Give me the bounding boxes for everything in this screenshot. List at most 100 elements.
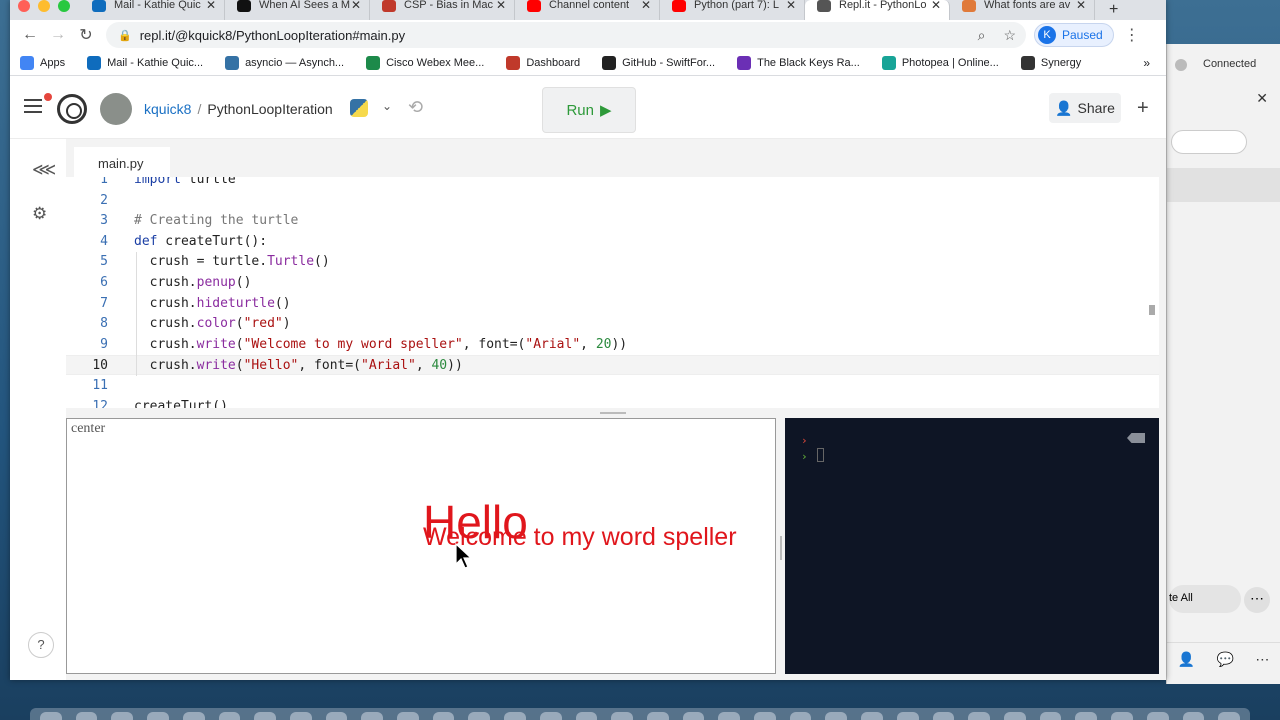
tab-main-py[interactable]: main.py xyxy=(74,147,170,177)
horizontal-splitter[interactable] xyxy=(66,409,1159,417)
code-line[interactable]: 12 createTurt() xyxy=(66,397,1159,408)
participants-icon[interactable]: 👤 xyxy=(1178,651,1195,668)
repl-header: kquick8/PythonLoopIteration ⌄ ⟲ Run ▶ 👤 … xyxy=(10,77,1166,139)
code-line[interactable]: 8 crush.color("red") xyxy=(66,314,1159,334)
tab-title: When AI Sees a M xyxy=(259,0,351,11)
profile-status: Paused xyxy=(1062,28,1103,42)
bookmark-item[interactable]: GitHub - SwiftFor... xyxy=(602,55,715,70)
close-tab-icon[interactable]: ✕ xyxy=(496,0,506,11)
tab-title: Mail - Kathie Quic xyxy=(114,0,201,11)
bookmark-label: Synergy xyxy=(1040,56,1082,69)
close-window-button[interactable] xyxy=(18,0,30,12)
breadcrumb-project[interactable]: PythonLoopIteration xyxy=(207,101,332,117)
bookmark-label: Dashboard xyxy=(526,56,581,69)
browser-tab[interactable]: Channel content ✕ xyxy=(515,0,660,20)
history-icon[interactable]: ⟲ xyxy=(408,97,423,118)
code-line[interactable]: 3 # Creating the turtle xyxy=(66,211,1159,231)
code-line[interactable]: 6 crush.penup() xyxy=(66,273,1159,293)
reload-icon[interactable]: ↻ xyxy=(72,25,100,45)
code-line[interactable]: 9 crush.write("Welcome to my word spelle… xyxy=(66,335,1159,355)
minimize-window-button[interactable] xyxy=(38,0,50,12)
vertical-splitter[interactable] xyxy=(777,418,785,674)
bookmark-item[interactable]: Cisco Webex Mee... xyxy=(366,55,484,70)
new-tab-button[interactable]: + xyxy=(1095,2,1118,20)
mute-all-button[interactable]: te All xyxy=(1169,585,1241,613)
panel-bottom-bar: 👤 💬 ⋯ xyxy=(1167,642,1280,676)
forward-icon[interactable]: → xyxy=(44,26,72,44)
add-user-icon: 👤 xyxy=(1055,99,1073,116)
back-icon[interactable]: ← xyxy=(16,26,44,44)
close-tab-icon[interactable]: ✕ xyxy=(206,0,216,11)
code-line[interactable]: 11 xyxy=(66,376,1159,396)
bookmark-favicon-icon xyxy=(225,55,240,70)
hamburger-menu-icon[interactable] xyxy=(24,93,52,113)
close-icon[interactable]: ✕ xyxy=(1256,90,1268,107)
close-tab-icon[interactable]: ✕ xyxy=(641,0,651,11)
bookmark-item[interactable]: Synergy xyxy=(1020,55,1082,70)
share-nodes-icon[interactable]: ⋘ xyxy=(32,160,56,180)
line-number: 1 xyxy=(100,177,108,187)
profile-avatar: K xyxy=(1038,26,1056,44)
console-input[interactable] xyxy=(817,448,824,462)
line-number: 7 xyxy=(100,295,108,311)
close-tab-icon[interactable]: ✕ xyxy=(931,0,941,11)
bookmarks-bar: Apps Mail - Kathie Quic... asyncio — Async… xyxy=(10,50,1166,76)
url-field[interactable]: 🔒 repl.it/@kquick8/PythonLoopIteration#m… xyxy=(106,22,1026,48)
browser-tab[interactable]: CSP - Bias in Mac ✕ xyxy=(370,0,515,20)
code-text: crush.hideturtle() xyxy=(134,295,291,311)
maximize-window-button[interactable] xyxy=(58,0,70,12)
more-options-button[interactable]: ⋯ xyxy=(1244,587,1270,613)
help-button[interactable]: ? xyxy=(28,632,54,658)
bookmark-favicon-icon xyxy=(87,55,102,70)
code-line[interactable]: 7 crush.hideturtle() xyxy=(66,294,1159,314)
browser-tab[interactable]: Repl.it - PythonLo ✕ xyxy=(805,0,950,20)
share-button[interactable]: 👤 Share xyxy=(1049,93,1121,123)
browser-menu-icon[interactable]: ⋮ xyxy=(1124,25,1140,45)
browser-tab[interactable]: Python (part 7): L ✕ xyxy=(660,0,805,20)
turtle-canvas: center Hello Welcome to my word speller xyxy=(66,418,776,674)
code-line[interactable]: 4 def createTurt(): xyxy=(66,232,1159,252)
window-controls xyxy=(10,0,80,20)
line-number: 4 xyxy=(100,233,108,249)
code-text: import turtle xyxy=(134,177,236,187)
code-line[interactable]: 10 crush.write("Hello", font=("Arial", 4… xyxy=(66,355,1159,376)
browser-tab[interactable]: What fonts are av ✕ xyxy=(950,0,1095,20)
code-editor[interactable]: 1 import turtle 2 3 # Creating the turtle 4 de… xyxy=(66,177,1159,408)
avatar[interactable] xyxy=(100,93,132,125)
zoom-icon[interactable]: ⌕ xyxy=(978,27,986,44)
browser-tab[interactable]: Mail - Kathie Quic ✕ xyxy=(80,0,225,20)
close-tab-icon[interactable]: ✕ xyxy=(786,0,796,11)
clear-console-icon[interactable] xyxy=(1127,433,1145,443)
bookmark-item[interactable]: asyncio — Asynch... xyxy=(225,55,344,70)
replit-logo[interactable] xyxy=(57,94,87,124)
close-tab-icon[interactable]: ✕ xyxy=(1076,0,1086,11)
breadcrumb-user[interactable]: kquick8 xyxy=(144,101,191,117)
chevron-down-icon[interactable]: ⌄ xyxy=(382,99,392,113)
status-dot xyxy=(1175,59,1187,71)
profile-button[interactable]: K Paused xyxy=(1034,23,1114,47)
line-number: 2 xyxy=(100,192,108,208)
browser-tab[interactable]: When AI Sees a M ✕ xyxy=(225,0,370,20)
code-line[interactable]: 1 import turtle xyxy=(66,177,1159,190)
bookmarks-overflow-icon[interactable]: » xyxy=(1143,56,1150,70)
bookmark-item[interactable]: The Black Keys Ra... xyxy=(737,55,860,70)
tab-favicon-icon xyxy=(962,0,976,12)
bookmark-favicon-icon xyxy=(20,55,34,70)
bookmark-star-icon[interactable]: ☆ xyxy=(1003,27,1016,44)
panel-search-input[interactable] xyxy=(1171,130,1247,154)
line-number: 3 xyxy=(100,213,108,229)
bookmark-item[interactable]: Photopea | Online... xyxy=(881,55,999,70)
console-pane[interactable]: › › xyxy=(785,418,1159,674)
bookmark-item[interactable]: Apps xyxy=(20,55,65,70)
more-icon[interactable]: ⋯ xyxy=(1255,651,1269,668)
close-tab-icon[interactable]: ✕ xyxy=(351,0,361,11)
tab-title: Channel content xyxy=(549,0,630,11)
code-line[interactable]: 2 xyxy=(66,191,1159,211)
bookmark-item[interactable]: Mail - Kathie Quic... xyxy=(87,55,203,70)
code-line[interactable]: 5 crush = turtle.Turtle() xyxy=(66,252,1159,272)
add-icon[interactable]: + xyxy=(1137,97,1149,120)
chat-icon[interactable]: 💬 xyxy=(1217,651,1234,668)
bookmark-item[interactable]: Dashboard xyxy=(506,55,581,70)
run-button[interactable]: Run ▶ xyxy=(542,87,636,133)
gear-icon[interactable]: ⚙ xyxy=(32,204,47,224)
